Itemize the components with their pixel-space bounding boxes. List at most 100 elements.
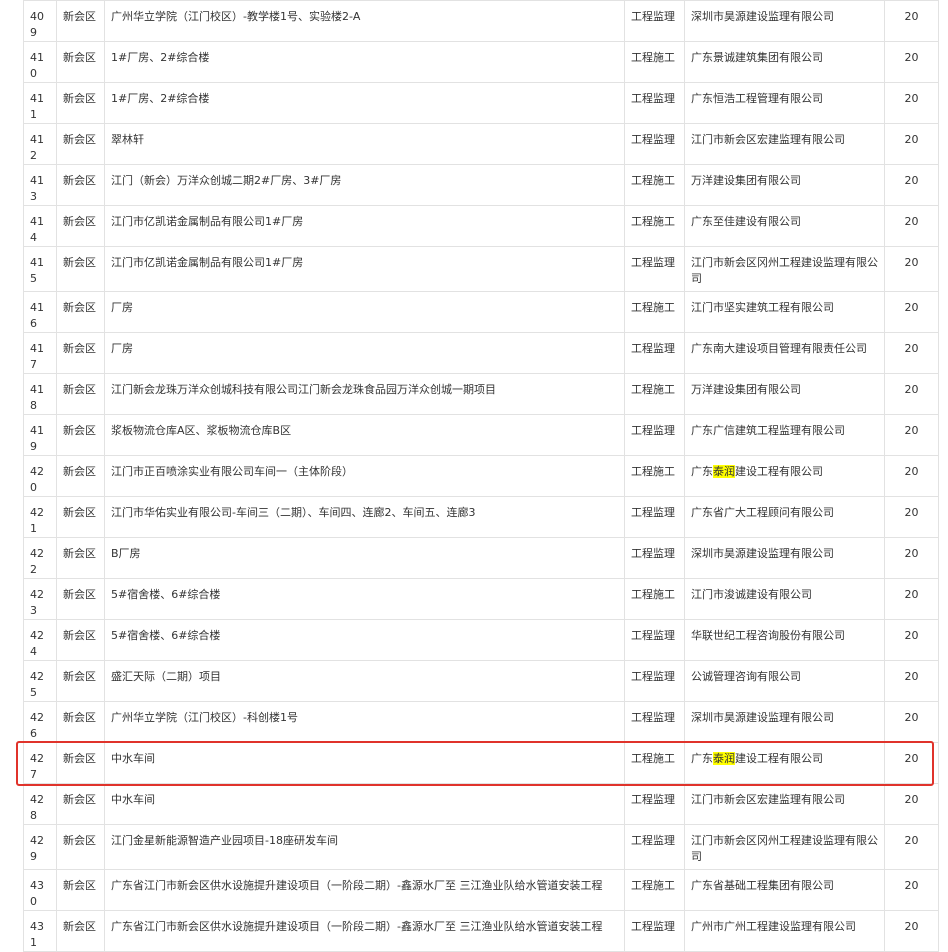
score-cell: 20 <box>884 496 939 538</box>
row-number: 431 <box>23 910 57 952</box>
table-row: 420 新会区 江门市正百喷涂实业有限公司车间一（主体阶段） 工程施工 广东泰润建设工程… <box>23 455 939 497</box>
company-cell: 广东泰润建设工程有限公司 <box>684 455 885 497</box>
work-type-cell: 工程监理 <box>624 0 685 42</box>
score-cell: 20 <box>884 869 939 911</box>
work-type-cell: 工程施工 <box>624 41 685 83</box>
project-name-cell: 广东省江门市新会区供水设施提升建设项目（一阶段二期）-鑫源水厂至 三江渔业队给水… <box>104 910 625 952</box>
project-name-cell: 翠林轩 <box>104 123 625 165</box>
district-cell: 新会区 <box>56 205 105 247</box>
work-type-cell: 工程监理 <box>624 619 685 661</box>
company-name-suffix: 建设工程有限公司 <box>735 752 823 765</box>
table-row: 419 新会区 浆板物流仓库A区、浆板物流仓库B区 工程监理 广东广信建筑工程监理有限公… <box>23 414 939 456</box>
table-row: 410 新会区 1#厂房、2#综合楼 工程施工 广东景诚建筑集团有限公司 20 <box>23 41 939 83</box>
table-row: 414 新会区 江门市亿凯诺金属制品有限公司1#厂房 工程施工 广东至佳建设有限公司 20 <box>23 205 939 247</box>
company-cell: 广东省广大工程顾问有限公司 <box>684 496 885 538</box>
row-number: 413 <box>23 164 57 206</box>
score-cell: 20 <box>884 414 939 456</box>
score-cell: 20 <box>884 537 939 579</box>
company-cell: 江门市新会区冈州工程建设监理有限公司 <box>684 824 885 870</box>
row-number: 409 <box>23 0 57 42</box>
district-cell: 新会区 <box>56 291 105 333</box>
project-name-cell: 中水车间 <box>104 742 625 784</box>
score-cell: 20 <box>884 164 939 206</box>
project-name-cell: 江门市正百喷涂实业有限公司车间一（主体阶段） <box>104 455 625 497</box>
project-name-cell: 江门（新会）万洋众创城二期2#厂房、3#厂房 <box>104 164 625 206</box>
row-number: 411 <box>23 82 57 124</box>
table-row: 424 新会区 5#宿舍楼、6#综合楼 工程监理 华联世纪工程咨询股份有限公司 20 <box>23 619 939 661</box>
district-cell: 新会区 <box>56 82 105 124</box>
company-name-prefix: 广东 <box>691 752 713 765</box>
project-name-cell: 中水车间 <box>104 783 625 825</box>
district-cell: 新会区 <box>56 496 105 538</box>
company-cell: 江门市新会区冈州工程建设监理有限公司 <box>684 246 885 292</box>
table-row: 417 新会区 厂房 工程监理 广东南大建设项目管理有限责任公司 20 <box>23 332 939 374</box>
project-name-cell: 1#厂房、2#综合楼 <box>104 82 625 124</box>
row-number: 412 <box>23 123 57 165</box>
table-row: 430 新会区 广东省江门市新会区供水设施提升建设项目（一阶段二期）-鑫源水厂至 三… <box>23 869 939 911</box>
table-row: 428 新会区 中水车间 工程监理 江门市新会区宏建监理有限公司 20 <box>23 783 939 825</box>
score-cell: 20 <box>884 660 939 702</box>
row-number: 410 <box>23 41 57 83</box>
district-cell: 新会区 <box>56 455 105 497</box>
score-cell: 20 <box>884 246 939 292</box>
work-type-cell: 工程监理 <box>624 414 685 456</box>
district-cell: 新会区 <box>56 910 105 952</box>
district-cell: 新会区 <box>56 537 105 579</box>
work-type-cell: 工程监理 <box>624 701 685 743</box>
table-row: 412 新会区 翠林轩 工程监理 江门市新会区宏建监理有限公司 20 <box>23 123 939 165</box>
score-cell: 20 <box>884 41 939 83</box>
project-name-cell: 浆板物流仓库A区、浆板物流仓库B区 <box>104 414 625 456</box>
table-row: 421 新会区 江门市华佑实业有限公司-车间三（二期）、车间四、连廊2、车间五、连廊… <box>23 496 939 538</box>
district-cell: 新会区 <box>56 164 105 206</box>
project-name-cell: 盛汇天际（二期）项目 <box>104 660 625 702</box>
score-cell: 20 <box>884 701 939 743</box>
district-cell: 新会区 <box>56 332 105 374</box>
row-number: 429 <box>23 824 57 870</box>
company-cell: 深圳市昊源建设监理有限公司 <box>684 537 885 579</box>
row-number: 416 <box>23 291 57 333</box>
district-cell: 新会区 <box>56 742 105 784</box>
work-type-cell: 工程监理 <box>624 332 685 374</box>
work-type-cell: 工程监理 <box>624 123 685 165</box>
work-type-cell: 工程施工 <box>624 291 685 333</box>
table-row: 409 新会区 广州华立学院（江门校区）-教学楼1号、实验楼2-A 工程监理 深圳市昊源… <box>23 0 939 42</box>
row-number: 417 <box>23 332 57 374</box>
district-cell: 新会区 <box>56 660 105 702</box>
district-cell: 新会区 <box>56 701 105 743</box>
company-cell: 广东省基础工程集团有限公司 <box>684 869 885 911</box>
search-highlight: 泰润 <box>713 752 735 765</box>
work-type-cell: 工程监理 <box>624 783 685 825</box>
table-row: 415 新会区 江门市亿凯诺金属制品有限公司1#厂房 工程监理 江门市新会区冈州工程建设… <box>23 246 939 292</box>
project-name-cell: 厂房 <box>104 291 625 333</box>
search-highlight: 泰润 <box>713 465 735 478</box>
table-row: 425 新会区 盛汇天际（二期）项目 工程监理 公诚管理咨询有限公司 20 <box>23 660 939 702</box>
project-name-cell: 江门新会龙珠万洋众创城科技有限公司江门新会龙珠食品园万洋众创城一期项目 <box>104 373 625 415</box>
table-row: 423 新会区 5#宿舍楼、6#综合楼 工程施工 江门市浚诚建设有限公司 20 <box>23 578 939 620</box>
work-type-cell: 工程监理 <box>624 496 685 538</box>
score-cell: 20 <box>884 291 939 333</box>
project-name-cell: 江门市亿凯诺金属制品有限公司1#厂房 <box>104 246 625 292</box>
records-table-body: 409 新会区 广州华立学院（江门校区）-教学楼1号、实验楼2-A 工程监理 深圳市昊源… <box>23 0 939 952</box>
project-name-cell: 5#宿舍楼、6#综合楼 <box>104 578 625 620</box>
company-cell: 广东广信建筑工程监理有限公司 <box>684 414 885 456</box>
district-cell: 新会区 <box>56 414 105 456</box>
table-row: 413 新会区 江门（新会）万洋众创城二期2#厂房、3#厂房 工程施工 万洋建设集团有限… <box>23 164 939 206</box>
score-cell: 20 <box>884 619 939 661</box>
district-cell: 新会区 <box>56 0 105 42</box>
row-number: 423 <box>23 578 57 620</box>
district-cell: 新会区 <box>56 41 105 83</box>
score-cell: 20 <box>884 123 939 165</box>
project-name-cell: 江门市亿凯诺金属制品有限公司1#厂房 <box>104 205 625 247</box>
row-number: 418 <box>23 373 57 415</box>
company-name-prefix: 广东 <box>691 465 713 478</box>
row-number: 427 <box>23 742 57 784</box>
company-cell: 江门市新会区宏建监理有限公司 <box>684 123 885 165</box>
work-type-cell: 工程施工 <box>624 742 685 784</box>
work-type-cell: 工程监理 <box>624 660 685 702</box>
score-cell: 20 <box>884 783 939 825</box>
work-type-cell: 工程施工 <box>624 869 685 911</box>
row-number: 422 <box>23 537 57 579</box>
score-cell: 20 <box>884 455 939 497</box>
project-name-cell: 广州华立学院（江门校区）-教学楼1号、实验楼2-A <box>104 0 625 42</box>
score-cell: 20 <box>884 910 939 952</box>
